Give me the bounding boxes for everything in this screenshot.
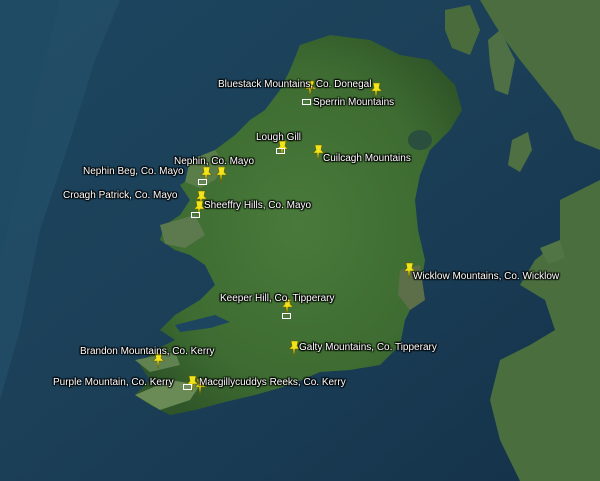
sperrin-marker-box xyxy=(302,99,311,105)
placemark-label-keeper-hill[interactable]: Keeper Hill, Co. Tipperary xyxy=(220,293,335,305)
placemark-label-brandon[interactable]: Brandon Mountains, Co. Kerry xyxy=(80,346,215,358)
placemark-label-galty[interactable]: Galty Mountains, Co. Tipperary xyxy=(299,342,437,354)
placemark-label-lough-gill[interactable]: Lough Gill xyxy=(256,132,301,144)
pushpin-icon-nephin[interactable] xyxy=(215,166,229,184)
placemark-label-sperrin[interactable]: Sperrin Mountains xyxy=(313,97,394,109)
lough-gill-marker-box xyxy=(276,148,285,154)
placemark-label-purple[interactable]: Purple Mountain, Co. Kerry xyxy=(53,377,174,389)
placemark-label-sheeffry[interactable]: Sheeffry Hills, Co. Mayo xyxy=(204,200,311,212)
placemark-label-bluestack[interactable]: Bluestack Mountains, Co. Donegal xyxy=(218,79,371,91)
placemark-label-cuilcagh[interactable]: Cuilcagh Mountains xyxy=(323,153,411,165)
purple-marker-box xyxy=(183,384,192,390)
sheeffry-marker-box xyxy=(191,212,200,218)
satellite-terrain xyxy=(0,0,600,481)
placemark-label-wicklow[interactable]: Wicklow Mountains, Co. Wicklow xyxy=(413,271,559,283)
placemark-label-croagh-patrick[interactable]: Croagh Patrick, Co. Mayo xyxy=(63,190,178,202)
placemark-label-nephin-beg[interactable]: Nephin Beg, Co. Mayo xyxy=(83,166,184,178)
nephin-marker-box xyxy=(198,179,207,185)
keeper-marker-box xyxy=(282,313,291,319)
placemark-label-nephin[interactable]: Nephin, Co. Mayo xyxy=(174,156,254,168)
lough-neagh xyxy=(408,130,432,150)
map-view[interactable]: Bluestack Mountains, Co. Donegal Sperrin… xyxy=(0,0,600,481)
placemark-label-macgillycuddy[interactable]: Macgillycuddys Reeks, Co. Kerry xyxy=(199,377,346,389)
